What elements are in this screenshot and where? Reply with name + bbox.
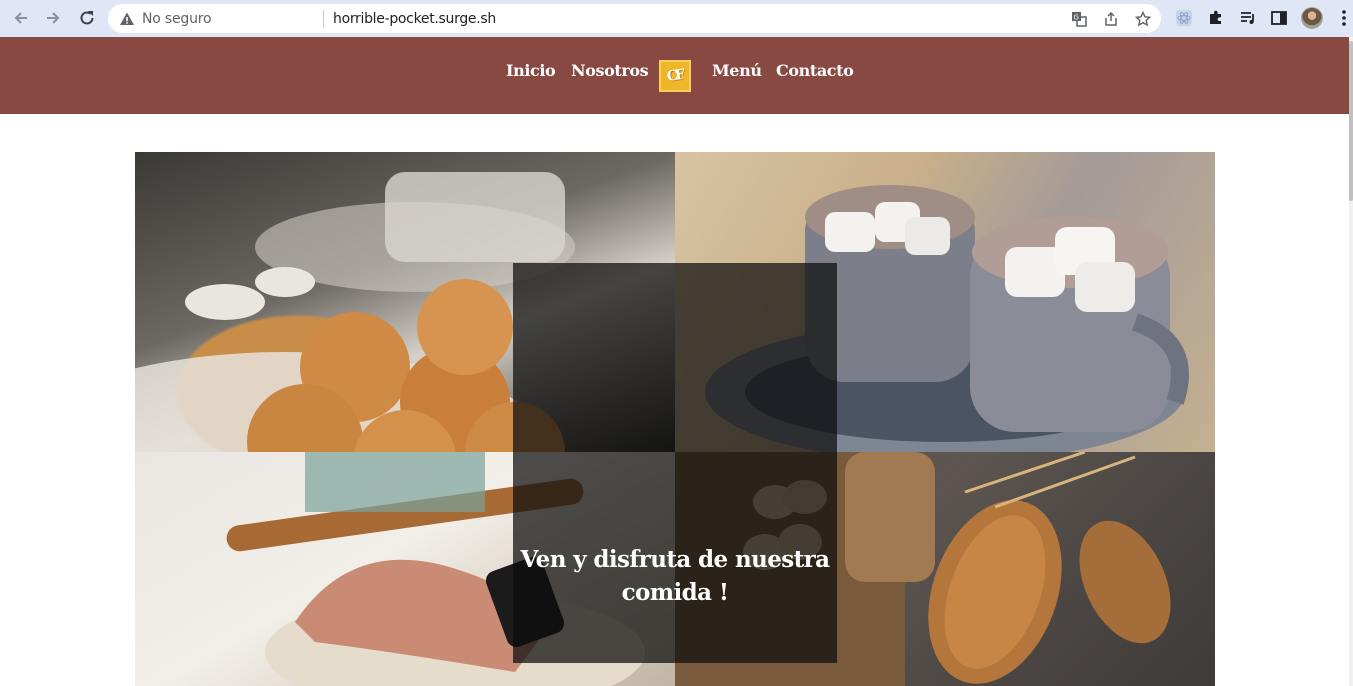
page-scrollbar[interactable] <box>1349 37 1353 686</box>
hero-text-overlay: Ven y disfruta de nuestra comida ! <box>513 263 837 663</box>
extension-react-icon <box>1176 10 1192 26</box>
nav-link-inicio[interactable]: Inicio <box>506 61 556 80</box>
nav-link-contacto[interactable]: Contacto <box>776 61 854 80</box>
media-queue-button[interactable] <box>1238 8 1258 28</box>
address-bar[interactable]: No seguro horrible-pocket.surge.sh G <box>108 4 1161 33</box>
url-text[interactable]: horrible-pocket.surge.sh <box>333 11 496 27</box>
puzzle-icon <box>1210 10 1221 24</box>
nav-link-menu[interactable]: Menú <box>712 61 762 80</box>
react-devtools-extension-button[interactable] <box>1174 8 1194 28</box>
media-queue-icon <box>1241 12 1254 24</box>
translate-icon: G <box>1072 12 1087 27</box>
bookmark-button[interactable] <box>1134 10 1152 28</box>
logo-text: CF <box>666 67 684 85</box>
nav-link-nosotros[interactable]: Nosotros <box>571 61 649 80</box>
hero-gallery: Ven y disfruta de nuestra comida ! <box>135 152 1215 686</box>
extensions-button[interactable] <box>1206 8 1226 28</box>
share-icon <box>1105 11 1117 26</box>
back-button[interactable] <box>9 6 33 30</box>
site-logo[interactable]: CF <box>659 60 691 92</box>
browser-menu-button[interactable] <box>1334 8 1353 28</box>
svg-text:G: G <box>1074 14 1079 22</box>
kebab-menu-icon <box>1342 10 1346 26</box>
translate-button[interactable]: G <box>1070 10 1088 28</box>
side-panel-icon <box>1271 11 1287 25</box>
share-button[interactable] <box>1102 10 1120 28</box>
hero-title: Ven y disfruta de nuestra comida ! <box>520 546 831 606</box>
address-separator <box>323 10 324 28</box>
warning-icon <box>120 12 134 25</box>
reload-icon <box>80 11 94 25</box>
forward-arrow-icon <box>47 12 60 24</box>
forward-button[interactable] <box>41 6 65 30</box>
reload-button[interactable] <box>75 6 99 30</box>
browser-toolbar: No seguro horrible-pocket.surge.sh G <box>0 0 1353 37</box>
security-status-label[interactable]: No seguro <box>142 11 212 27</box>
profile-avatar[interactable] <box>1301 7 1323 29</box>
scrollbar-thumb[interactable] <box>1349 41 1353 201</box>
star-icon <box>1135 11 1151 27</box>
side-panel-button[interactable] <box>1269 8 1289 28</box>
back-arrow-icon <box>14 12 27 24</box>
site-navbar: Inicio Nosotros CF Menú Contacto <box>0 37 1353 114</box>
